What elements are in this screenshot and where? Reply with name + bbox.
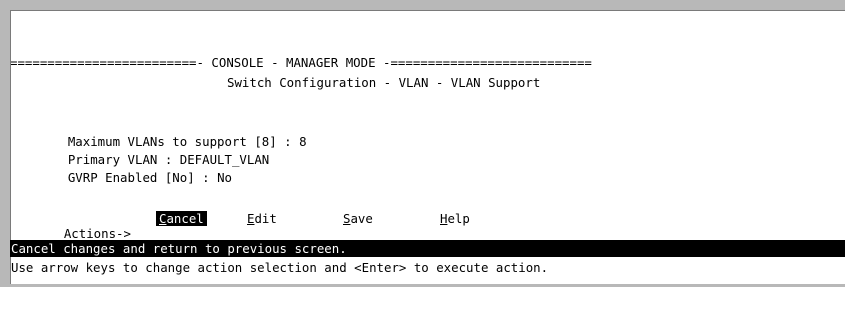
cancel-action-rest: ancel — [166, 211, 204, 226]
help-action[interactable]: Help — [437, 211, 473, 226]
save-action[interactable]: Save — [340, 211, 376, 226]
cancel-action[interactable]: Cancel — [156, 211, 207, 226]
field-max-vlans[interactable]: Maximum VLANs to support [8] : 8 — [38, 119, 307, 149]
field-primary-vlan[interactable]: Primary VLAN : DEFAULT_VLAN — [38, 137, 269, 167]
field-gvrp-enabled-label: GVRP Enabled [No] : — [67, 170, 210, 185]
help-instructions: Use arrow keys to change action selectio… — [11, 260, 549, 275]
actions-prefix: Actions-> — [63, 226, 131, 241]
screen-title: Switch Configuration - VLAN - VLAN Suppo… — [227, 75, 541, 90]
save-action-rest: ave — [350, 211, 373, 226]
actions-bar: Actions-> Cancel Edit Save Help — [34, 211, 634, 241]
help-action-rest: elp — [447, 211, 470, 226]
field-max-vlans-value[interactable]: 8 — [299, 134, 306, 149]
field-gvrp-enabled[interactable]: GVRP Enabled [No] : No — [38, 155, 232, 185]
status-message-bar: Cancel changes and return to previous sc… — [10, 240, 845, 257]
edit-action[interactable]: Edit — [244, 211, 280, 226]
console-banner: =========================- CONSOLE - MAN… — [10, 55, 592, 70]
field-gvrp-enabled-value[interactable]: No — [217, 170, 232, 185]
edit-action-rest: dit — [254, 211, 277, 226]
